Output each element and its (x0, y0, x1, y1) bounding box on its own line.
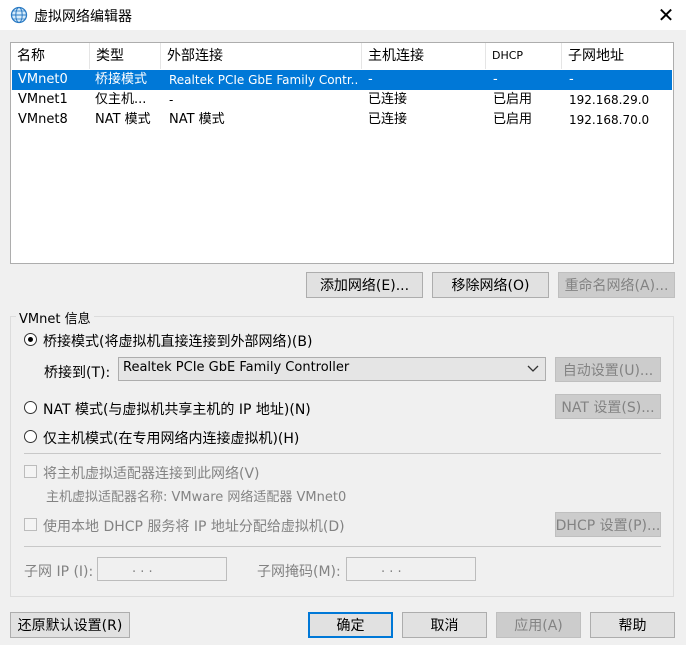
cell-host: 已连接 (368, 112, 408, 127)
nat-mode-label[interactable]: NAT 模式(与虚拟机共享主机的 IP 地址)(N) (43, 399, 311, 419)
group-title: VMnet 信息 (16, 308, 94, 327)
cell-subnet: 192.168.29.0 (569, 93, 650, 107)
close-button[interactable]: ✕ (646, 0, 686, 30)
divider (24, 453, 661, 454)
window-title: 虚拟网络编辑器 (34, 9, 132, 25)
subnet-mask-label: 子网掩码(M): (257, 564, 341, 580)
divider (24, 546, 661, 547)
apply-button[interactable]: 应用(A) (496, 612, 581, 638)
help-button[interactable]: 帮助 (590, 612, 675, 638)
remove-network-button[interactable]: 移除网络(O) (432, 272, 549, 298)
subnet-ip-input[interactable]: . . . (97, 557, 227, 581)
column-header-external[interactable]: 外部连接 (161, 43, 362, 69)
add-network-button[interactable]: 添加网络(E)... (306, 272, 423, 298)
host-only-mode-radio[interactable] (24, 430, 37, 443)
column-header-name[interactable]: 名称 (11, 43, 90, 69)
cell-name: VMnet8 (18, 112, 68, 127)
subnet-mask-input[interactable]: . . . (346, 557, 476, 581)
cell-name: VMnet1 (18, 92, 68, 107)
nat-settings-button[interactable]: NAT 设置(S)... (555, 394, 661, 419)
cell-subnet: 192.168.70.0 (569, 113, 650, 127)
cell-dhcp: 已启用 (493, 112, 533, 127)
table-row[interactable]: VMnet8 NAT 模式 NAT 模式 已连接 已启用 192.168.70.… (12, 110, 672, 130)
cancel-button[interactable]: 取消 (402, 612, 487, 638)
subnet-ip-value: . . . (132, 561, 153, 576)
table-row[interactable]: VMnet1 仅主机... - 已连接 已启用 192.168.29.0 (12, 90, 672, 110)
cell-dhcp: - (493, 72, 498, 87)
cell-subnet: - (569, 72, 574, 87)
globe-icon (10, 6, 28, 24)
use-dhcp-checkbox[interactable] (24, 518, 37, 531)
bridge-to-label: 桥接到(T): (44, 365, 111, 381)
bridged-mode-label[interactable]: 桥接模式(将虚拟机直接连接到外部网络)(B) (43, 331, 312, 351)
column-header-host[interactable]: 主机连接 (362, 43, 486, 69)
dhcp-settings-button[interactable]: DHCP 设置(P)... (555, 512, 661, 537)
adapter-name-label: 主机虚拟适配器名称: VMware 网络适配器 VMnet0 (46, 490, 347, 505)
use-dhcp-label[interactable]: 使用本地 DHCP 服务将 IP 地址分配给虚拟机(D) (43, 516, 345, 536)
connect-adapter-label[interactable]: 将主机虚拟适配器连接到此网络(V) (43, 463, 260, 483)
cell-external: NAT 模式 (169, 112, 225, 127)
bridged-mode-radio[interactable] (24, 333, 37, 346)
subnet-mask-value: . . . (381, 561, 402, 576)
restore-defaults-button[interactable]: 还原默认设置(R) (10, 612, 130, 638)
chevron-down-icon (527, 365, 539, 372)
connect-adapter-checkbox[interactable] (24, 465, 37, 478)
cell-external: Realtek PCIe GbE Family Contr... (169, 73, 359, 87)
host-only-mode-label[interactable]: 仅主机模式(在专用网络内连接虚拟机)(H) (43, 428, 299, 448)
bridge-to-value: Realtek PCIe GbE Family Controller (123, 360, 350, 375)
subnet-ip-label: 子网 IP (I): (24, 564, 94, 580)
cell-host: - (368, 72, 373, 87)
auto-settings-button[interactable]: 自动设置(U)... (555, 357, 661, 382)
column-header-dhcp[interactable]: DHCP (486, 43, 562, 69)
cell-type: 桥接模式 (95, 72, 148, 87)
column-header-type[interactable]: 类型 (90, 43, 161, 69)
column-header-subnet[interactable]: 子网地址 (562, 43, 673, 69)
cell-dhcp: 已启用 (493, 92, 533, 107)
network-list[interactable]: 名称 类型 外部连接 主机连接 DHCP 子网地址 VMnet0 桥接模式 Re… (10, 42, 674, 264)
cell-name: VMnet0 (18, 72, 68, 87)
cell-external: - (169, 93, 174, 107)
cell-type: NAT 模式 (95, 112, 151, 127)
ok-button[interactable]: 确定 (308, 612, 393, 638)
cell-type: 仅主机... (95, 92, 147, 107)
nat-mode-radio[interactable] (24, 401, 37, 414)
rename-network-button[interactable]: 重命名网络(A)... (558, 272, 675, 298)
cell-host: 已连接 (368, 92, 408, 107)
table-row[interactable]: VMnet0 桥接模式 Realtek PCIe GbE Family Cont… (12, 70, 672, 90)
close-icon: ✕ (657, 3, 675, 27)
bridge-to-select[interactable]: Realtek PCIe GbE Family Controller (118, 357, 546, 381)
